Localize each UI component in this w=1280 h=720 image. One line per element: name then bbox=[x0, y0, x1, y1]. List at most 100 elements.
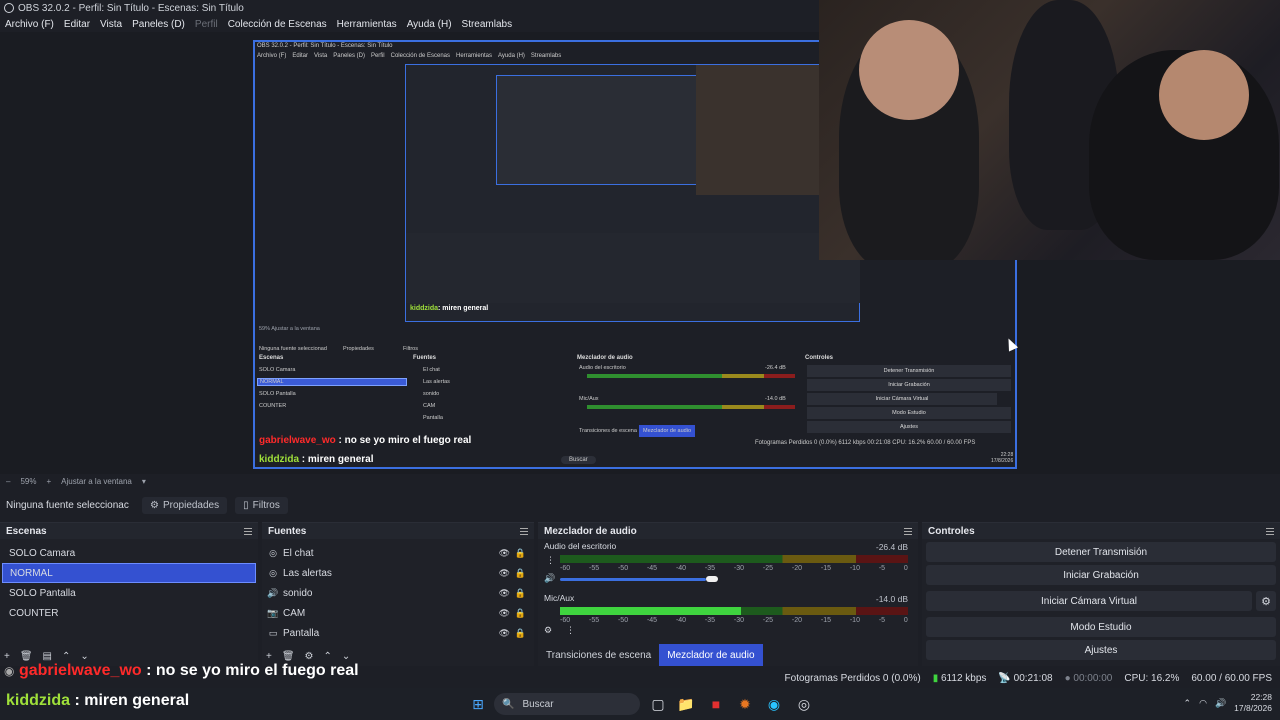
scene-filters-icon[interactable]: ▤ bbox=[43, 651, 52, 662]
chat-username: gabrielwave_wo bbox=[18, 662, 142, 679]
eye-icon[interactable]: 👁 bbox=[499, 548, 510, 559]
sources-dock-header: Fuentes bbox=[262, 523, 534, 539]
tab-scene-transitions[interactable]: Transiciones de escena bbox=[538, 644, 659, 666]
menu-herramientas[interactable]: Herramientas bbox=[332, 19, 402, 30]
sources-title: Fuentes bbox=[268, 525, 307, 537]
volume-knob[interactable] bbox=[706, 576, 719, 582]
tab-audio-mixer[interactable]: Mezclador de audio bbox=[659, 644, 763, 666]
lock-icon[interactable]: 🔒 bbox=[515, 548, 526, 559]
chevron-up-icon[interactable]: ⌃ bbox=[1184, 698, 1192, 709]
windows-start-icon[interactable]: ⊞ bbox=[468, 694, 488, 714]
task-view-icon[interactable]: ▢ bbox=[648, 694, 668, 714]
filters-button[interactable]: ▯ Filtros bbox=[235, 496, 288, 514]
lock-icon[interactable]: 🔒 bbox=[515, 568, 526, 579]
nested-mic: Mic/Aux bbox=[579, 396, 599, 402]
scene-item-normal[interactable]: NORMAL bbox=[2, 563, 256, 583]
source-item-las-alertas[interactable]: ◎ Las alertas 👁 🔒 bbox=[262, 563, 534, 583]
app-icon[interactable]: ✹ bbox=[735, 694, 755, 714]
add-source-icon[interactable]: + bbox=[266, 651, 272, 662]
nested-studio-mode: Modo Estudio bbox=[807, 407, 1011, 419]
obs-taskbar-icon[interactable]: ◎ bbox=[794, 694, 814, 714]
edge-browser-icon[interactable]: ◉ bbox=[764, 694, 784, 714]
volume-slider[interactable] bbox=[560, 578, 707, 581]
menu-coleccion-escenas[interactable]: Colección de Escenas bbox=[223, 19, 332, 30]
dock-menu-icon[interactable] bbox=[904, 527, 912, 535]
zoom-plus-button[interactable]: + bbox=[46, 477, 51, 486]
move-down-icon[interactable]: ⌄ bbox=[342, 651, 350, 662]
move-up-icon[interactable]: ⌃ bbox=[62, 651, 70, 662]
nested-filters: Filtros bbox=[403, 346, 418, 352]
nested-menu-item: Editar bbox=[292, 53, 309, 59]
scene-item-counter[interactable]: COUNTER bbox=[2, 603, 256, 623]
source-item-cam[interactable]: 📷 CAM 👁 🔒 bbox=[262, 603, 534, 623]
nested-menu-bar: Archivo (F) Editar Vista Paneles (D) Per… bbox=[257, 53, 561, 59]
eye-icon[interactable]: 👁 bbox=[499, 628, 510, 639]
volume-icon[interactable]: 🔊 bbox=[1215, 698, 1226, 709]
scenes-dock-header: Escenas bbox=[0, 523, 258, 539]
wifi-icon[interactable]: ◠ bbox=[1199, 698, 1207, 709]
taskbar-search[interactable]: 🔍 Buscar bbox=[494, 693, 640, 715]
browser-icon: ◎ bbox=[269, 567, 277, 578]
start-virtual-camera-button[interactable]: Iniciar Cámara Virtual bbox=[926, 591, 1252, 611]
lock-icon[interactable]: 🔒 bbox=[515, 628, 526, 639]
settings-button[interactable]: Ajustes bbox=[926, 640, 1276, 660]
zoom-fit-dropdown[interactable]: Ajustar a la ventana bbox=[61, 477, 132, 486]
nested-mic-db: -14.0 dB bbox=[765, 396, 786, 402]
nested-source: sonido bbox=[423, 391, 440, 397]
properties-button[interactable]: ⚙ Propiedades bbox=[142, 496, 228, 514]
nested-menu-item: Ayuda (H) bbox=[498, 53, 525, 59]
nested-no-source: Ninguna fuente seleccionad bbox=[259, 346, 327, 352]
channel-db: -26.4 dB bbox=[875, 542, 908, 552]
tick-label: -40 bbox=[675, 565, 687, 572]
eye-icon[interactable]: 👁 bbox=[499, 568, 510, 579]
source-item-pantalla[interactable]: ▭ Pantalla 👁 🔒 bbox=[262, 623, 534, 643]
trash-icon[interactable]: 🗑 bbox=[20, 651, 33, 662]
source-item-el-chat[interactable]: ◎ El chat 👁 🔒 bbox=[262, 543, 534, 563]
add-scene-icon[interactable]: + bbox=[4, 651, 10, 662]
menu-archivo[interactable]: Archivo (F) bbox=[0, 19, 59, 30]
chevron-down-icon[interactable]: ▾ bbox=[142, 477, 146, 486]
settings-icon[interactable]: ⚙ bbox=[544, 625, 552, 636]
app-icon[interactable]: ■ bbox=[706, 694, 726, 714]
tick-label: 0 bbox=[903, 617, 908, 624]
menu-ayuda[interactable]: Ayuda (H) bbox=[402, 19, 457, 30]
stop-stream-button[interactable]: Detener Transmisión bbox=[926, 542, 1276, 562]
scene-item-solo-camara[interactable]: SOLO Camara bbox=[2, 543, 256, 563]
source-item-sonido[interactable]: 🔊 sonido 👁 🔒 bbox=[262, 583, 534, 603]
scene-item-solo-pantalla[interactable]: SOLO Pantalla bbox=[2, 583, 256, 603]
move-up-icon[interactable]: ⌃ bbox=[324, 651, 332, 662]
start-recording-button[interactable]: Iniciar Grabación bbox=[926, 565, 1276, 585]
lock-icon[interactable]: 🔒 bbox=[515, 608, 526, 619]
menu-paneles[interactable]: Paneles (D) bbox=[127, 19, 190, 30]
dock-menu-icon[interactable] bbox=[520, 527, 528, 535]
nested-menu-item: Vista bbox=[314, 53, 328, 59]
speaker-icon[interactable]: 🔊 bbox=[544, 573, 555, 584]
eye-icon[interactable]: 👁 bbox=[499, 608, 510, 619]
zoom-level[interactable]: 59% bbox=[20, 477, 36, 486]
eye-icon[interactable]: 👁 bbox=[499, 588, 510, 599]
dock-menu-icon[interactable] bbox=[244, 527, 252, 535]
move-down-icon[interactable]: ⌄ bbox=[80, 651, 88, 662]
tick-label: 0 bbox=[903, 565, 908, 572]
menu-vista[interactable]: Vista bbox=[95, 19, 127, 30]
taskbar: ⊞ 🔍 Buscar ▢ 📁 ■ ✹ ◉ ◎ ⌃ ◠ 🔊 22:28 17/8/… bbox=[0, 688, 1280, 720]
kebab-menu-icon[interactable]: ⋮ bbox=[566, 625, 575, 636]
lock-icon[interactable]: 🔒 bbox=[515, 588, 526, 599]
kebab-menu-icon[interactable]: ⋮ bbox=[546, 555, 555, 566]
dock-menu-icon[interactable] bbox=[1266, 527, 1274, 535]
gear-icon[interactable]: ⚙ bbox=[1256, 591, 1276, 611]
menu-perfil[interactable]: Perfil bbox=[190, 19, 223, 30]
gear-icon[interactable]: ⚙ bbox=[305, 651, 314, 662]
nested-settings: Ajustes bbox=[807, 421, 1011, 433]
file-explorer-icon[interactable]: 📁 bbox=[676, 694, 696, 714]
trash-icon[interactable]: 🗑 bbox=[282, 651, 295, 662]
signal-icon: ▮ bbox=[932, 672, 939, 684]
menu-streamlabs[interactable]: Streamlabs bbox=[457, 19, 518, 30]
studio-mode-button[interactable]: Modo Estudio bbox=[926, 617, 1276, 637]
menu-editar[interactable]: Editar bbox=[59, 19, 95, 30]
audio-mixer-dock: Mezclador de audio Audio del escritorio … bbox=[538, 522, 918, 666]
zoom-minus-button[interactable]: – bbox=[6, 477, 10, 486]
dropped-frames: Fotogramas Perdidos 0 (0.0%) bbox=[784, 672, 921, 684]
chat-username: kiddzida bbox=[6, 692, 71, 709]
clock[interactable]: 22:28 17/8/2026 bbox=[1234, 692, 1272, 714]
